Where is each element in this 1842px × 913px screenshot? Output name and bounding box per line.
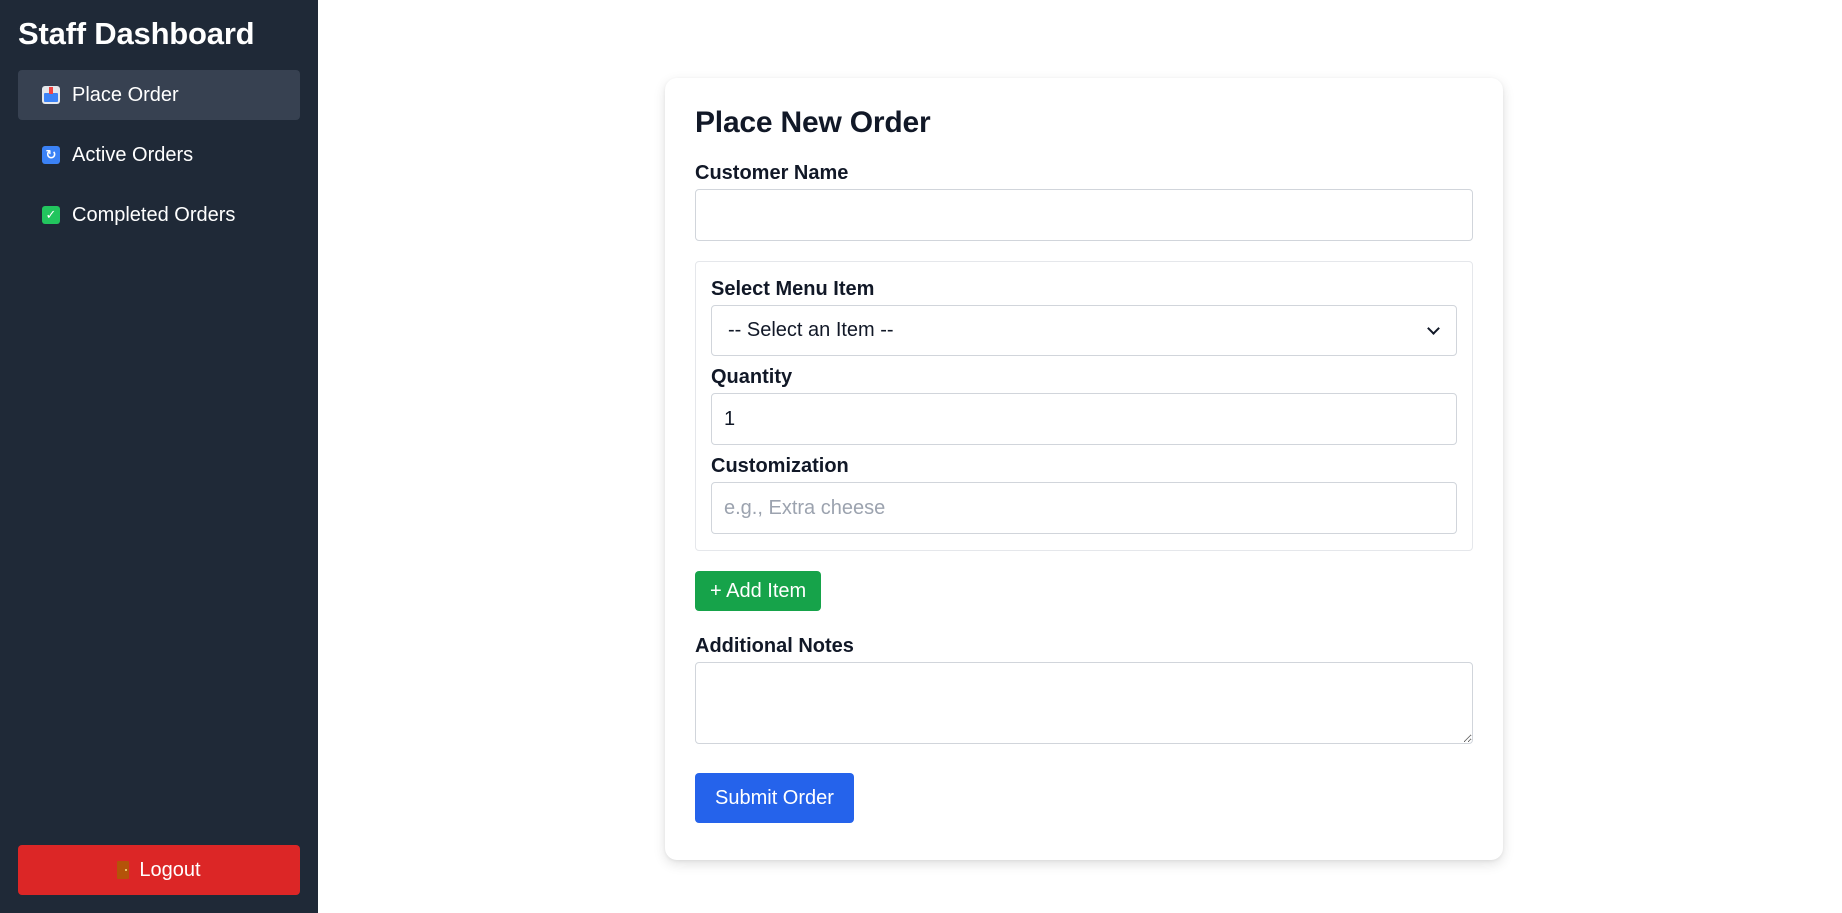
customization-group: Customization [711,455,1457,534]
order-form-card: Place New Order Customer Name Select Men… [665,78,1503,860]
sidebar-item-place-order[interactable]: Place Order [18,70,300,120]
page-title: Place New Order [695,106,931,139]
logout-label: Logout [139,858,201,881]
sidebar-item-label: Place Order [72,83,179,106]
refresh-icon: ↻ [42,146,60,164]
customer-name-group: Customer Name [695,162,1473,241]
sidebar-item-completed-orders[interactable]: ✓ Completed Orders [18,190,300,240]
customization-input[interactable] [711,482,1457,534]
sidebar-item-label: Active Orders [72,143,194,166]
notes-label: Additional Notes [695,635,854,657]
menu-item-selected-value: -- Select an Item -- [728,319,894,341]
add-item-button[interactable]: + Add Item [695,571,822,611]
inbox-tray-icon [42,86,60,104]
customer-name-input[interactable] [695,189,1473,241]
logout-button[interactable]: Logout [18,845,300,895]
customer-name-label: Customer Name [695,162,849,184]
menu-item-select[interactable]: -- Select an Item -- [711,305,1457,356]
sidebar-nav: Place Order ↻ Active Orders ✓ Completed … [18,70,300,240]
customization-label: Customization [711,455,849,477]
quantity-group: Quantity [711,366,1457,445]
menu-item-label: Select Menu Item [711,278,875,300]
main-content: Place New Order Customer Name Select Men… [318,0,1842,913]
chevron-down-icon [1427,321,1440,335]
quantity-input[interactable] [711,393,1457,445]
sidebar-item-label: Completed Orders [72,203,236,226]
order-item-box: Select Menu Item -- Select an Item -- Qu… [695,261,1473,551]
menu-item-group: Select Menu Item -- Select an Item -- [711,278,1457,356]
notes-textarea[interactable] [695,662,1473,744]
submit-order-button[interactable]: Submit Order [695,773,854,823]
sidebar-item-active-orders[interactable]: ↻ Active Orders [18,130,300,180]
notes-group: Additional Notes [695,635,1473,749]
sidebar: Staff Dashboard Place Order ↻ Active Ord… [0,0,318,913]
quantity-label: Quantity [711,366,793,388]
check-mark-icon: ✓ [42,206,60,224]
sidebar-title: Staff Dashboard [18,16,255,51]
door-icon [117,861,130,879]
